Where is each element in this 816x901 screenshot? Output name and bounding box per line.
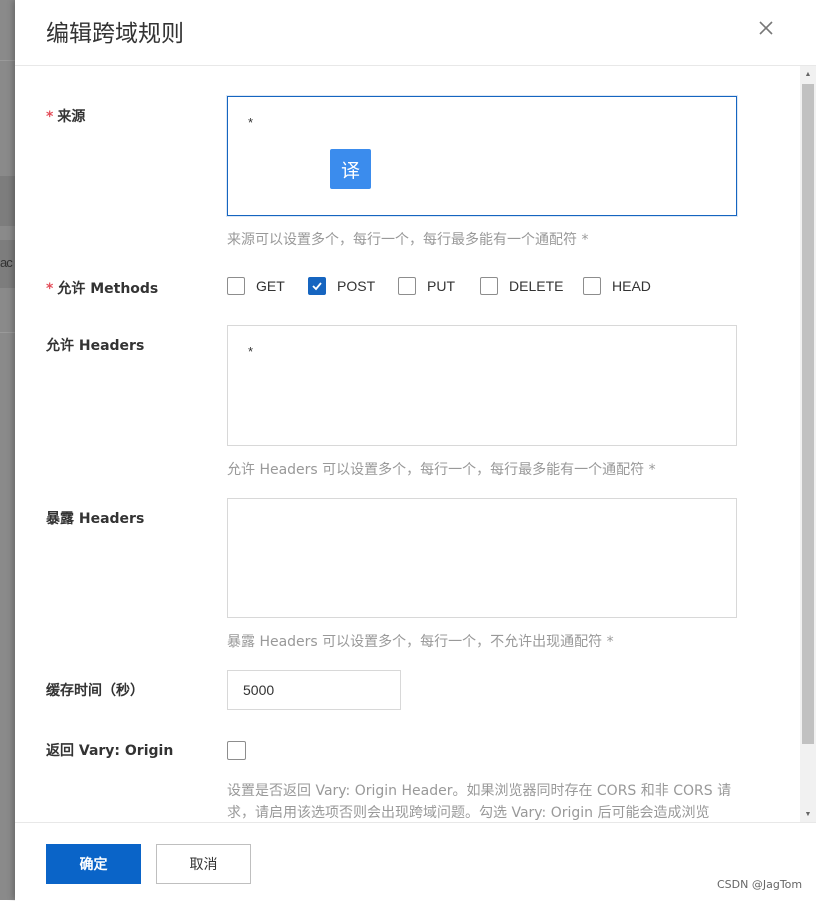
scroll-thumb[interactable] (802, 84, 814, 744)
method-checkbox[interactable] (583, 277, 601, 295)
scroll-down-arrow[interactable]: ▼ (800, 806, 816, 822)
method-checkbox[interactable] (398, 277, 416, 295)
edit-cors-rule-dialog: 编辑跨域规则 * 来源 * 译 来源可以设置多个，每行一个，每行最多能有一个通配符… (15, 0, 816, 901)
methods-label: * 允许 Methods (46, 281, 159, 297)
method-put[interactable]: PUT (398, 277, 455, 295)
confirm-button[interactable]: 确定 (46, 844, 141, 884)
background-divider (0, 60, 15, 61)
method-checkbox[interactable] (227, 277, 245, 295)
required-mark: * (46, 109, 54, 125)
method-checkbox[interactable] (308, 277, 326, 295)
background-divider (0, 332, 15, 333)
cancel-button[interactable]: 取消 (156, 844, 251, 884)
allow-headers-textarea[interactable]: * (227, 325, 737, 446)
dialog-footer: 确定 取消 CSDN @JagTom (15, 822, 816, 901)
scrollbar[interactable]: ▲ ▼ (800, 66, 816, 822)
vary-origin-hint: 设置是否返回 Vary: Origin Header。如果浏览器同时存在 COR… (227, 783, 732, 821)
origin-value: * (248, 115, 254, 130)
dialog-header: 编辑跨域规则 (15, 0, 816, 66)
expose-headers-hint: 暴露 Headers 可以设置多个，每行一个，不允许出现通配符 * (227, 634, 614, 650)
check-icon (312, 282, 322, 291)
expose-headers-label: 暴露 Headers (46, 511, 145, 527)
allow-headers-hint: 允许 Headers 可以设置多个，每行一个，每行最多能有一个通配符 * (227, 462, 656, 478)
vary-origin-checkbox[interactable] (227, 741, 246, 760)
method-get[interactable]: GET (227, 277, 285, 295)
origin-label: * 来源 (46, 109, 86, 125)
background-text: ac (0, 255, 13, 270)
close-button[interactable] (756, 18, 776, 38)
method-delete[interactable]: DELETE (480, 277, 563, 295)
scroll-up-arrow[interactable]: ▲ (800, 66, 816, 82)
watermark: CSDN @JagTom (717, 878, 803, 891)
translate-button[interactable]: 译 (330, 149, 371, 189)
method-head[interactable]: HEAD (583, 277, 651, 295)
vary-origin-label: 返回 Vary: Origin (46, 743, 174, 759)
cache-time-label: 缓存时间（秒） (46, 683, 144, 699)
allow-headers-label: 允许 Headers (46, 338, 145, 354)
background-block (0, 176, 15, 226)
cache-time-input[interactable]: 5000 (227, 670, 401, 710)
background-page: ac (0, 0, 15, 900)
dialog-body: * 来源 * 译 来源可以设置多个，每行一个，每行最多能有一个通配符 * * 允许 … (15, 66, 800, 822)
origin-hint: 来源可以设置多个，每行一个，每行最多能有一个通配符 * (227, 232, 589, 248)
origin-textarea[interactable]: * 译 (227, 96, 737, 216)
expose-headers-textarea[interactable] (227, 498, 737, 618)
required-mark: * (46, 281, 54, 297)
close-icon (759, 21, 773, 35)
dialog-title: 编辑跨域规则 (46, 21, 184, 47)
method-post[interactable]: POST (308, 277, 375, 295)
vary-origin-checkbox-wrap (227, 741, 246, 760)
method-checkbox[interactable] (480, 277, 498, 295)
allow-headers-value: * (248, 344, 254, 359)
